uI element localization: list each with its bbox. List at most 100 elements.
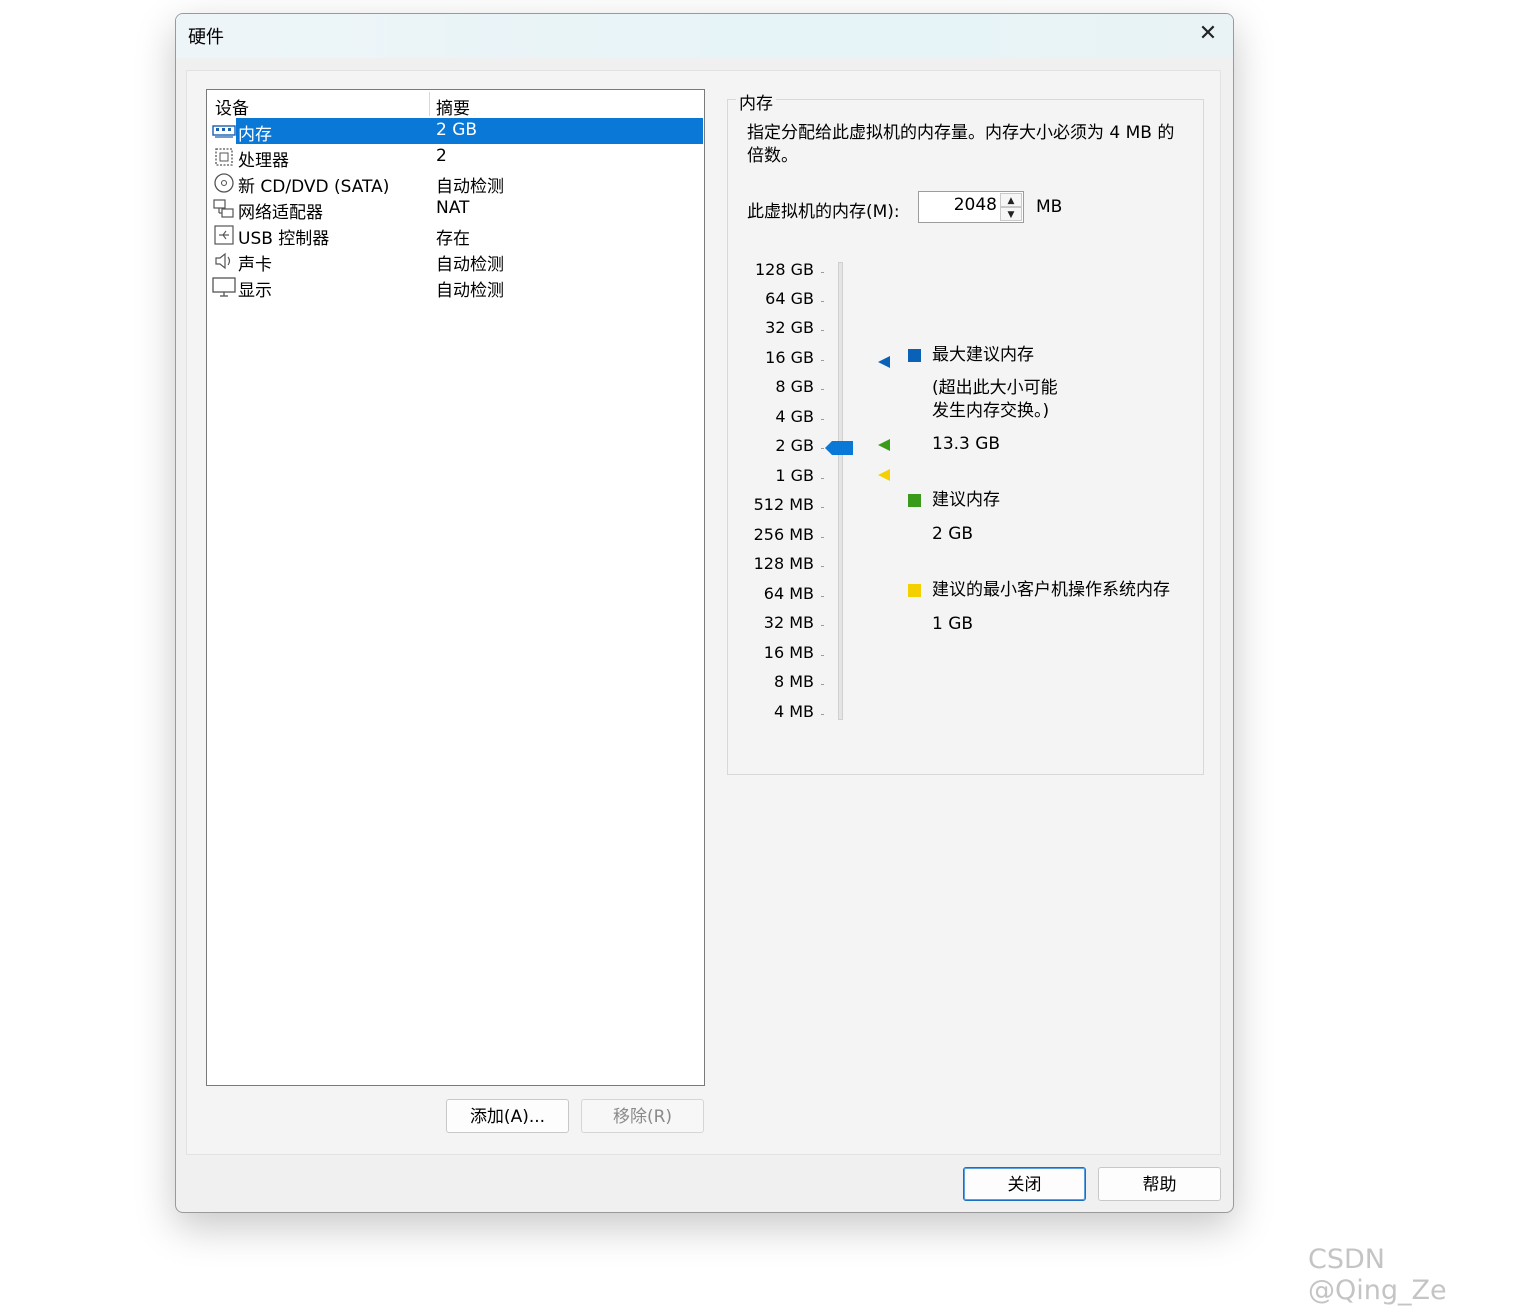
scale-label: 32 MB (763, 613, 814, 632)
memory-input-label: 此虚拟机的内存(M): (747, 202, 900, 222)
device-summary: 2 GB (436, 120, 478, 140)
device-name: 网络适配器 (238, 203, 323, 223)
device-row-display[interactable]: 显示 自动检测 (207, 274, 704, 301)
hardware-dialog: 硬件 ✕ 设备 摘要 内存 2 GB 处理器 2 新 CD/DVD (SATA)… (175, 13, 1234, 1213)
scale-tick (821, 389, 824, 390)
min-memory-value: 1 GB (932, 614, 974, 634)
device-list-header: 设备 摘要 (207, 90, 704, 119)
close-icon[interactable]: ✕ (1197, 22, 1219, 46)
column-header-device[interactable]: 设备 (215, 94, 249, 119)
device-name: 内存 (238, 125, 272, 145)
scale-label: 64 GB (765, 289, 814, 308)
device-row-processor[interactable]: 处理器 2 (207, 144, 704, 171)
scale-label: 512 MB (753, 495, 814, 514)
scale-tick (821, 360, 824, 361)
device-name: 新 CD/DVD (SATA) (238, 177, 390, 197)
scale-label: 8 GB (775, 377, 814, 396)
memory-slider-thumb[interactable] (825, 440, 855, 456)
max-memory-legend-icon (908, 349, 921, 362)
memory-size-input[interactable]: 2048 ▲ ▼ (918, 191, 1024, 223)
spin-down-button[interactable]: ▼ (1000, 207, 1022, 221)
content-panel: 设备 摘要 内存 2 GB 处理器 2 新 CD/DVD (SATA) 自动检测… (186, 70, 1221, 1155)
help-button[interactable]: 帮助 (1098, 1167, 1221, 1201)
memory-slider-track[interactable] (838, 262, 843, 720)
device-row-network-adapter[interactable]: 网络适配器 NAT (207, 196, 704, 223)
scale-tick (821, 684, 824, 685)
device-row-usb-controller[interactable]: USB 控制器 存在 (207, 222, 704, 249)
memory-icon (212, 125, 236, 138)
scale-tick (821, 714, 824, 715)
scale-label: 2 GB (775, 436, 814, 455)
device-summary: NAT (436, 198, 470, 218)
scale-label: 8 MB (773, 672, 814, 691)
remove-button[interactable]: 移除(R) (581, 1099, 704, 1133)
spin-up-button[interactable]: ▲ (1000, 193, 1022, 207)
memory-description: 指定分配给此虚拟机的内存量。内存大小必须为 4 MB 的倍数。 (747, 123, 1175, 166)
network-adapter-icon (213, 199, 234, 218)
max-memory-note-line2: 发生内存交换。) (932, 401, 1050, 421)
memory-spinner[interactable]: ▲ ▼ (1000, 193, 1022, 221)
scale-tick (821, 301, 824, 302)
scale-tick (821, 448, 824, 449)
device-list[interactable]: 设备 摘要 内存 2 GB 处理器 2 新 CD/DVD (SATA) 自动检测… (206, 89, 705, 1086)
watermark-text: CSDN @Qing_Ze (1308, 1244, 1447, 1306)
device-row-cd-dvd[interactable]: 新 CD/DVD (SATA) 自动检测 (207, 170, 704, 197)
memory-size-value[interactable]: 2048 (954, 195, 997, 215)
device-summary: 存在 (436, 229, 470, 249)
max-memory-note-line1: (超出此大小可能 (932, 378, 1058, 398)
scale-tick (821, 596, 824, 597)
column-separator[interactable] (429, 92, 430, 116)
device-name: USB 控制器 (238, 229, 330, 249)
scale-label: 16 MB (763, 643, 814, 662)
min-memory-legend-icon (908, 584, 921, 597)
close-button[interactable]: 关闭 (963, 1167, 1086, 1201)
scale-tick (821, 507, 824, 508)
recommended-memory-marker-icon (878, 439, 890, 451)
device-name: 声卡 (238, 255, 272, 275)
scale-label: 128 GB (755, 260, 814, 279)
scale-label: 16 GB (765, 348, 814, 367)
scale-tick (821, 272, 824, 273)
title-bar: 硬件 ✕ (176, 14, 1233, 58)
sound-card-icon (215, 252, 231, 270)
device-summary: 2 (436, 146, 447, 166)
scale-label: 4 MB (773, 702, 814, 721)
memory-group-title: 内存 (736, 89, 776, 114)
recommended-memory-value: 2 GB (932, 524, 974, 544)
max-memory-value: 13.3 GB (932, 434, 1001, 454)
scale-tick (821, 330, 824, 331)
cd-dvd-icon (214, 173, 234, 193)
scale-label: 256 MB (753, 525, 814, 544)
scale-label: 32 GB (765, 318, 814, 337)
memory-unit: MB (1036, 197, 1063, 217)
device-summary: 自动检测 (436, 281, 504, 301)
device-summary: 自动检测 (436, 177, 504, 197)
device-name: 显示 (238, 281, 272, 301)
processor-icon (215, 148, 233, 166)
scale-label: 128 MB (753, 554, 814, 573)
column-header-summary[interactable]: 摘要 (436, 94, 470, 119)
recommended-memory-legend-icon (908, 494, 921, 507)
window-title: 硬件 (188, 27, 224, 48)
device-name: 处理器 (238, 151, 289, 171)
scale-tick (821, 625, 824, 626)
min-memory-marker-icon (878, 469, 890, 481)
usb-controller-icon (214, 225, 234, 245)
scale-label: 64 MB (763, 584, 814, 603)
scale-tick (821, 655, 824, 656)
scale-tick (821, 566, 824, 567)
device-row-memory[interactable]: 内存 2 GB (207, 118, 704, 145)
device-row-sound-card[interactable]: 声卡 自动检测 (207, 248, 704, 275)
scale-tick (821, 419, 824, 420)
max-memory-marker-icon (878, 356, 890, 368)
min-memory-title: 建议的最小客户机操作系统内存 (932, 580, 1170, 600)
max-memory-title: 最大建议内存 (932, 345, 1034, 365)
display-icon (212, 277, 236, 297)
add-button[interactable]: 添加(A)... (446, 1099, 569, 1133)
scale-tick (821, 537, 824, 538)
scale-label: 4 GB (775, 407, 814, 426)
device-summary: 自动检测 (436, 255, 504, 275)
scale-tick (821, 478, 824, 479)
recommended-memory-title: 建议内存 (932, 490, 1000, 510)
scale-label: 1 GB (775, 466, 814, 485)
